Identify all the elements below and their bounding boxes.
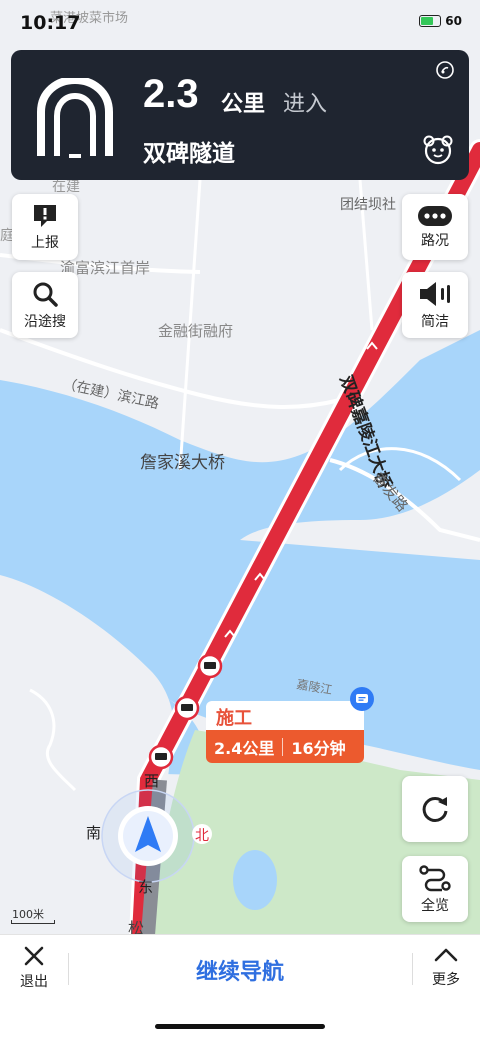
map-label-jinrong: 金融街融府	[158, 322, 233, 340]
map-scale-bar	[11, 920, 55, 924]
guidance-road-name: 双碑隧道	[143, 141, 235, 167]
bottom-bar: 退出 继续导航 更多	[0, 934, 480, 1039]
brief-mode-label: 简洁	[421, 313, 449, 330]
battery-percent: 60	[445, 14, 462, 28]
guidance-action: 进入	[283, 92, 328, 117]
battery-indicator: 60	[419, 14, 462, 28]
report-icon	[34, 204, 56, 227]
search-icon	[33, 282, 58, 307]
overview-label: 全览	[421, 897, 449, 914]
status-time: 10:17	[20, 12, 81, 34]
compass-north: 北	[195, 828, 209, 844]
compass-west: 西	[144, 772, 159, 790]
park-pond	[233, 850, 277, 910]
navigation-screen: 菜港坡菜市场 在建 庭 团结坝社 渝富滨江首岸 金融街融府 （在建）滨江路 詹家…	[0, 0, 480, 1039]
tunnel-icon	[37, 78, 113, 158]
camera-marker[interactable]	[148, 744, 174, 770]
battery-icon	[419, 15, 442, 27]
close-icon	[24, 946, 44, 966]
refresh-icon	[422, 796, 448, 822]
camera-marker[interactable]	[197, 653, 223, 679]
chevron-up-icon	[434, 948, 458, 962]
guidance-distance: 2.3	[143, 72, 199, 116]
refresh-route-button[interactable]	[402, 776, 468, 842]
continue-navigation-button[interactable]: 继续导航	[70, 947, 410, 993]
report-button[interactable]: 上报	[12, 194, 78, 260]
report-label: 上报	[31, 234, 59, 251]
compass-south: 南	[86, 824, 101, 842]
guidance-card[interactable]: 2.3 公里 进入 双碑隧道	[11, 50, 469, 180]
more-label: 更多	[432, 972, 460, 988]
search-along-button[interactable]: 沿途搜	[12, 272, 78, 338]
traffic-button[interactable]: 路况	[402, 194, 468, 260]
incident-duration: 16分钟	[291, 738, 346, 758]
camera-marker[interactable]	[174, 695, 200, 721]
brief-mode-button[interactable]: 简洁	[402, 272, 468, 338]
traffic-icon	[418, 205, 452, 226]
overview-button[interactable]: 全览	[402, 856, 468, 922]
speaker-icon	[420, 281, 450, 306]
incident-message-icon[interactable]	[350, 687, 374, 711]
incident-bubble[interactable]: 施工 2.4公里 16分钟	[206, 701, 364, 763]
map-label-canjiaxi: 詹家溪大桥	[140, 453, 225, 473]
guidance-distance-unit: 公里	[221, 92, 266, 117]
divider	[68, 953, 69, 985]
map-label-tuanjieba: 团结坝社	[340, 197, 396, 213]
traffic-label: 路况	[421, 232, 449, 249]
voice-assistant-icon[interactable]	[421, 132, 455, 166]
home-indicator[interactable]	[155, 1024, 325, 1029]
divider	[412, 953, 413, 985]
exit-button[interactable]: 退出	[8, 945, 60, 997]
compass-east: 东	[138, 878, 153, 896]
map-label-zaijian: 在建	[52, 179, 80, 195]
search-along-label: 沿途搜	[24, 313, 66, 330]
exit-label: 退出	[20, 974, 48, 990]
voice-broadcast-icon[interactable]	[435, 60, 455, 80]
more-button[interactable]: 更多	[420, 945, 472, 997]
incident-details: 2.4公里 16分钟	[206, 730, 364, 763]
incident-type: 施工	[206, 701, 364, 730]
route-overview-icon	[419, 864, 451, 891]
incident-distance: 2.4公里	[214, 738, 275, 758]
